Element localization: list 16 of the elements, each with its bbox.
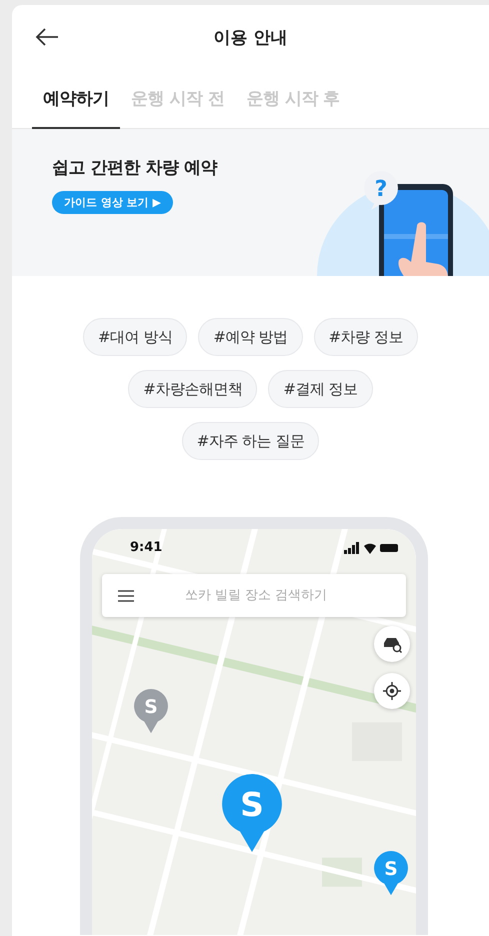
status-icons-drawing <box>344 542 398 554</box>
hashtag-chip[interactable]: #차량 정보 <box>314 318 418 356</box>
hashtag-chip[interactable]: #대여 방식 <box>82 318 188 356</box>
hashtag-chip[interactable]: #차량손해면책 <box>128 370 258 408</box>
hashtag-chip[interactable]: #자주 하는 질문 <box>182 422 320 460</box>
menu-icon[interactable] <box>118 590 134 602</box>
banner-title: 쉽고 간편한 차량 예약 <box>52 156 217 178</box>
hashtag-chip[interactable]: #결제 정보 <box>268 370 373 408</box>
back-arrow-icon[interactable] <box>35 27 59 47</box>
search-field[interactable]: 쏘카 빌릴 장소 검색하기 <box>102 574 406 617</box>
status-time: 9:41 <box>130 540 162 555</box>
locate-icon <box>383 682 401 700</box>
page-title: 이용 안내 <box>214 27 288 49</box>
search-input[interactable]: 쏘카 빌릴 장소 검색하기 <box>144 587 390 604</box>
hashtag-chip[interactable]: #예약 방법 <box>198 318 303 356</box>
car-search-icon <box>382 635 402 653</box>
